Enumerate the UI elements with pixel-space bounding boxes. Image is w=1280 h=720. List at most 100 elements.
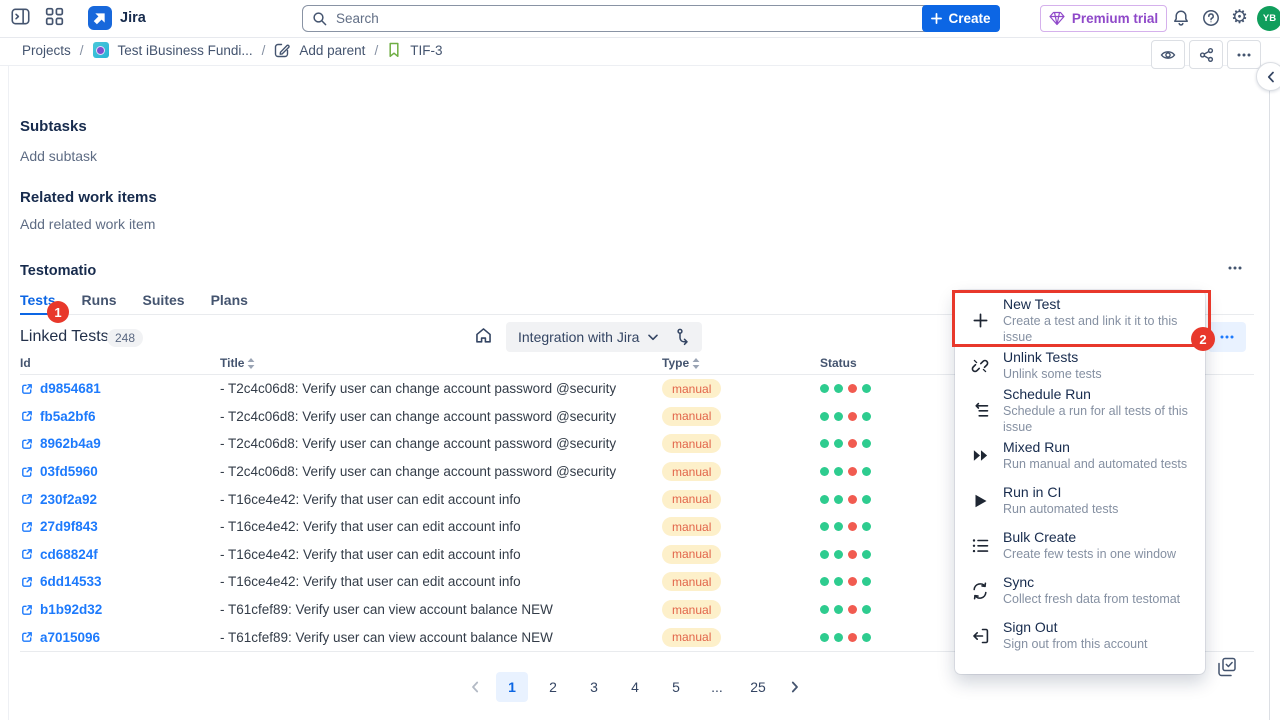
share-button[interactable] [1189, 40, 1223, 69]
collapse-panel-button[interactable] [1256, 62, 1280, 91]
page-25[interactable]: 25 [742, 672, 774, 702]
status-dot-green [834, 495, 843, 504]
status-dots [820, 403, 871, 431]
status-dot-green [862, 522, 871, 531]
help-icon[interactable] [1202, 9, 1220, 27]
test-id-link[interactable]: d9854681 [20, 375, 101, 403]
page-4[interactable]: 4 [619, 672, 651, 702]
external-link-icon [20, 465, 34, 479]
add-subtask-button[interactable]: Add subtask [20, 148, 97, 164]
top-navigation-bar: Jira Create Premium trial [0, 0, 1280, 38]
breadcrumb: Projects / Test iBusiness Fundi... / Add… [22, 42, 442, 58]
menu-item-schedule-run[interactable]: Schedule Run Schedule a run for all test… [955, 388, 1205, 433]
status-dots [820, 430, 871, 458]
external-link-icon [20, 492, 34, 506]
status-dot-green [834, 384, 843, 393]
column-header-title[interactable]: Title [220, 356, 255, 370]
menu-item-unlink-tests[interactable]: Unlink Tests Unlink some tests [955, 343, 1205, 388]
bulk-create-icon [970, 537, 990, 554]
test-id-link[interactable]: 230f2a92 [20, 485, 97, 513]
breadcrumb-projects[interactable]: Projects [22, 43, 71, 58]
more-actions-button[interactable] [1227, 40, 1261, 69]
test-id-link[interactable]: 6dd14533 [20, 568, 102, 596]
plus-icon [970, 312, 990, 329]
type-badge: manual [662, 517, 721, 536]
status-dot-green [834, 633, 843, 642]
bulk-check-icon[interactable] [1217, 657, 1237, 677]
test-id-link[interactable]: a7015096 [20, 623, 100, 651]
search-input[interactable] [334, 10, 920, 27]
add-related-work-item-button[interactable]: Add related work item [20, 216, 155, 232]
menu-item-bulk-create[interactable]: Bulk Create Create few tests in one wind… [955, 523, 1205, 568]
sidebar-toggle-icon[interactable] [11, 7, 30, 26]
premium-trial-button[interactable]: Premium trial [1040, 5, 1167, 32]
tab-plans[interactable]: Plans [211, 292, 248, 314]
test-title: - T16ce4e42: Verify that user can edit a… [220, 541, 521, 569]
edit-icon [274, 42, 290, 58]
tab-suites[interactable]: Suites [143, 292, 185, 314]
test-id-link[interactable]: 8962b4a9 [20, 430, 101, 458]
app-switcher-icon[interactable] [45, 7, 64, 26]
menu-item-new-test[interactable]: New Test Create a test and link it it to… [955, 298, 1205, 343]
watch-button[interactable] [1151, 40, 1185, 69]
branch-switch-button[interactable] [664, 322, 702, 352]
subtasks-heading: Subtasks [20, 118, 87, 135]
settings-gear-icon[interactable]: ⚙ [1231, 6, 1248, 30]
status-dot-green [820, 550, 829, 559]
schedule-run-icon [970, 402, 990, 419]
branch-filter-dropdown[interactable]: Integration with Jira [506, 322, 670, 352]
column-header-type[interactable]: Type [662, 356, 700, 370]
test-type-cell: manual [662, 403, 721, 431]
menu-item-run-in-ci[interactable]: Run in CI Run automated tests [955, 478, 1205, 523]
test-title: - T2c4c06d8: Verify user can change acco… [220, 403, 616, 431]
menu-item-sign-out[interactable]: Sign Out Sign out from this account [955, 613, 1205, 658]
status-dot-red [848, 412, 857, 421]
test-title: - T16ce4e42: Verify that user can edit a… [220, 513, 521, 541]
status-dots [820, 541, 871, 569]
home-icon[interactable] [474, 326, 493, 345]
test-id-link[interactable]: b1b92d32 [20, 596, 102, 624]
share-icon [1199, 48, 1214, 62]
breadcrumb-project[interactable]: Test iBusiness Fundi... [118, 43, 253, 58]
menu-item-mixed-run[interactable]: Mixed Run Run manual and automated tests [955, 433, 1205, 478]
column-header-status: Status [820, 356, 857, 370]
test-id-link[interactable]: 27d9f843 [20, 513, 98, 541]
status-dot-red [848, 633, 857, 642]
notifications-icon[interactable] [1172, 9, 1190, 27]
related-work-items-heading: Related work items [20, 189, 157, 206]
sort-icon [247, 358, 255, 369]
external-link-icon [20, 382, 34, 396]
status-dot-green [834, 577, 843, 586]
next-page-icon[interactable] [783, 672, 807, 702]
global-search[interactable] [302, 5, 930, 32]
create-button[interactable]: Create [922, 5, 1000, 32]
testomatio-more-icon[interactable] [1228, 266, 1242, 270]
ellipsis-icon [1220, 335, 1234, 339]
jira-logo-icon[interactable] [88, 6, 112, 30]
type-badge: manual [662, 434, 721, 453]
breadcrumb-add-parent[interactable]: Add parent [299, 43, 365, 58]
sync-icon [970, 582, 990, 600]
test-title: - T16ce4e42: Verify that user can edit a… [220, 568, 521, 596]
breadcrumb-issue-key[interactable]: TIF-3 [410, 43, 442, 58]
menu-item-title: New Test [1003, 296, 1190, 313]
previous-page-icon[interactable] [463, 672, 487, 702]
page-1[interactable]: 1 [496, 672, 528, 702]
tests-actions-menu: New Test Create a test and link it it to… [955, 290, 1205, 674]
test-id-link[interactable]: fb5a2bf6 [20, 403, 96, 431]
test-id-link[interactable]: cd68824f [20, 541, 98, 569]
tab-runs[interactable]: Runs [82, 292, 117, 314]
status-dot-green [820, 467, 829, 476]
page-3[interactable]: 3 [578, 672, 610, 702]
status-dot-green [862, 384, 871, 393]
user-avatar[interactable]: YB [1257, 6, 1280, 31]
menu-item-sync[interactable]: Sync Collect fresh data from testomat [955, 568, 1205, 613]
column-header-id[interactable]: Id [20, 356, 31, 370]
test-type-cell: manual [662, 458, 721, 486]
page-5[interactable]: 5 [660, 672, 692, 702]
page-2[interactable]: 2 [537, 672, 569, 702]
test-id-link[interactable]: 03fd5960 [20, 458, 98, 486]
test-title: - T2c4c06d8: Verify user can change acco… [220, 458, 616, 486]
test-title: - T2c4c06d8: Verify user can change acco… [220, 375, 616, 403]
ellipsis-icon [1237, 53, 1251, 57]
